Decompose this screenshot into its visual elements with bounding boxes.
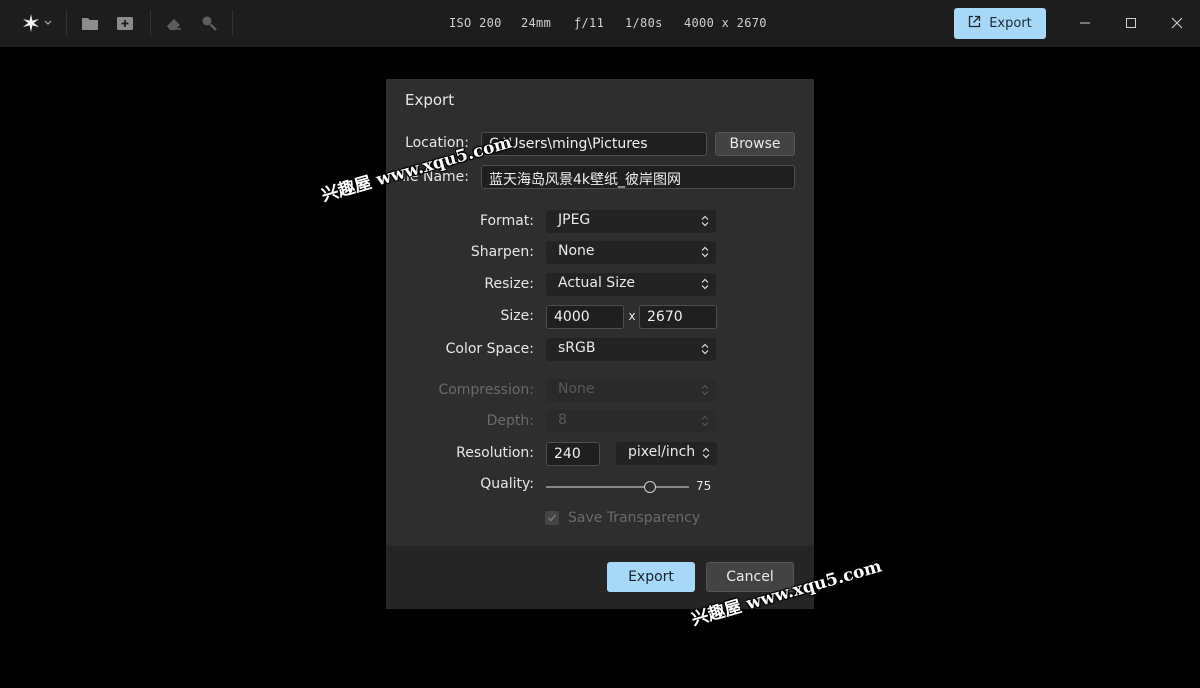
- eraser-icon[interactable]: [163, 12, 185, 34]
- toolbar-divider: [66, 10, 67, 36]
- file-name-field[interactable]: 蓝天海岛风景4k壁纸_彼岸图网: [481, 165, 795, 189]
- close-icon[interactable]: [1168, 14, 1186, 32]
- compression-label: Compression:: [438, 382, 534, 398]
- dialog-title: Export: [405, 91, 455, 109]
- sharpen-select[interactable]: None: [546, 241, 716, 264]
- checkmark-icon: [547, 514, 557, 522]
- exif-iso: ISO 200: [449, 16, 502, 30]
- magnifier-icon[interactable]: [198, 12, 220, 34]
- export-button[interactable]: Export: [607, 562, 695, 592]
- exif-aperture: ƒ/11: [574, 16, 605, 30]
- exif-dimensions: 4000 x 2670: [684, 16, 767, 30]
- export-toolbar-button[interactable]: Export: [954, 8, 1046, 39]
- depth-select: 8: [546, 410, 716, 433]
- sharpen-label: Sharpen:: [470, 244, 534, 260]
- quality-label: Quality:: [480, 476, 534, 492]
- updown-chevron-icon: [701, 246, 709, 262]
- app-menu-star-icon[interactable]: [20, 12, 42, 34]
- resolution-label: Resolution:: [456, 445, 534, 461]
- quality-value: 75: [696, 479, 712, 493]
- format-value: JPEG: [558, 212, 591, 228]
- exif-focal-length: 24mm: [521, 16, 552, 30]
- updown-chevron-icon: [701, 215, 709, 231]
- compression-select: None: [546, 379, 716, 402]
- browse-button[interactable]: Browse: [715, 132, 795, 156]
- resize-select[interactable]: Actual Size: [546, 273, 716, 296]
- size-height-field[interactable]: 2670: [639, 305, 717, 329]
- top-toolbar: ISO 200 24mm ƒ/11 1/80s 4000 x 2670 Expo…: [0, 0, 1200, 47]
- updown-chevron-icon: [701, 343, 709, 359]
- maximize-icon[interactable]: [1122, 14, 1140, 32]
- location-field[interactable]: C:\Users\ming\Pictures: [481, 132, 707, 156]
- toolbar-divider: [232, 10, 233, 36]
- export-toolbar-label: Export: [989, 16, 1032, 31]
- toolbar-divider: [150, 10, 151, 36]
- resolution-field[interactable]: 240: [546, 442, 600, 466]
- color-space-label: Color Space:: [445, 341, 534, 357]
- updown-chevron-icon: [701, 384, 709, 400]
- add-image-icon[interactable]: [114, 12, 136, 34]
- updown-chevron-icon: [701, 415, 709, 431]
- resize-label: Resize:: [484, 276, 534, 292]
- exif-shutter: 1/80s: [625, 16, 663, 30]
- resize-value: Actual Size: [558, 275, 636, 291]
- color-space-value: sRGB: [558, 340, 596, 356]
- size-width-field[interactable]: 4000: [546, 305, 624, 329]
- quality-slider-thumb[interactable]: [644, 481, 657, 493]
- save-transparency-checkbox: [545, 511, 559, 525]
- minimize-icon[interactable]: [1076, 14, 1094, 32]
- save-transparency-label: Save Transparency: [568, 510, 701, 526]
- export-icon: [968, 15, 981, 32]
- color-space-select[interactable]: sRGB: [546, 338, 716, 361]
- chevron-down-icon[interactable]: [42, 12, 54, 34]
- format-label: Format:: [479, 213, 534, 229]
- updown-chevron-icon: [702, 447, 710, 463]
- depth-value: 8: [558, 412, 567, 428]
- compression-value: None: [558, 381, 595, 397]
- quality-slider-track[interactable]: [546, 486, 689, 488]
- format-select[interactable]: JPEG: [546, 210, 716, 233]
- updown-chevron-icon: [701, 278, 709, 294]
- open-folder-icon[interactable]: [79, 12, 101, 34]
- resolution-unit-value: pixel/inch: [628, 444, 696, 460]
- size-label: Size:: [500, 308, 534, 324]
- resolution-unit-select[interactable]: pixel/inch: [616, 442, 717, 465]
- depth-label: Depth:: [486, 413, 534, 429]
- size-separator: x: [628, 309, 636, 323]
- sharpen-value: None: [558, 243, 595, 259]
